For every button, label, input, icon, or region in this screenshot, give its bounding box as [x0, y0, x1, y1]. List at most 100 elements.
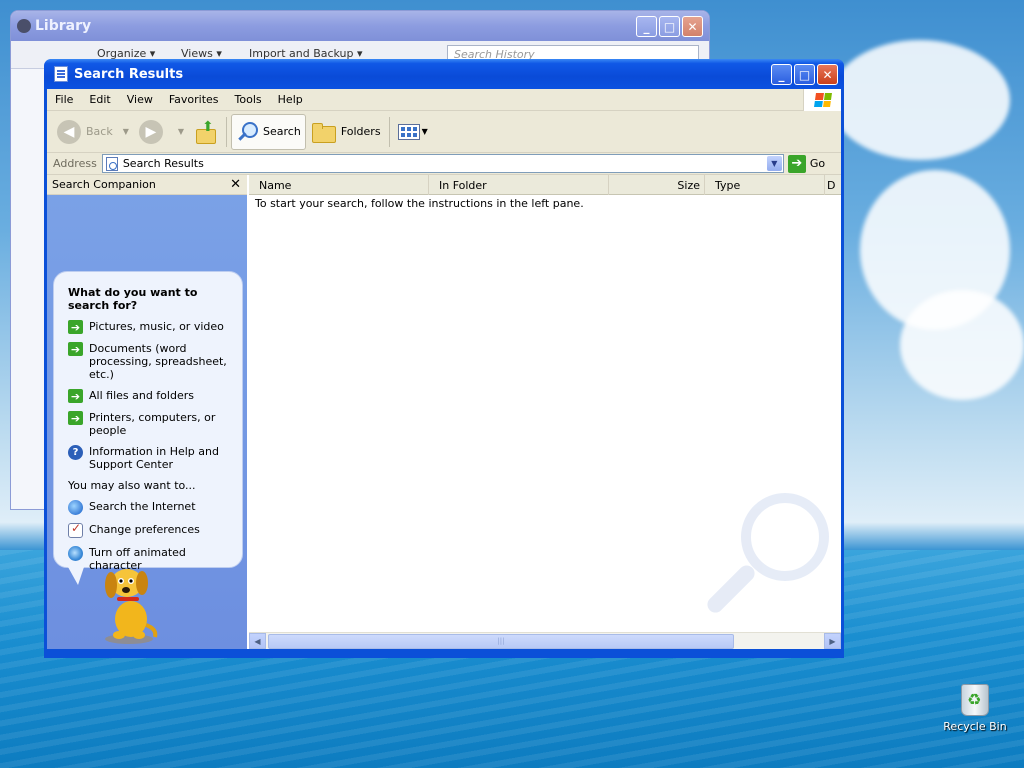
window-title: Search Results — [74, 66, 184, 82]
folders-label: Folders — [340, 125, 381, 138]
sky-cloud — [900, 290, 1024, 400]
folders-button[interactable]: Folders — [308, 114, 385, 150]
link-label: Search the Internet — [89, 500, 196, 513]
library-title: Library — [35, 18, 92, 34]
recycle-bin-desktop-icon[interactable]: Recycle Bin — [940, 684, 1010, 733]
scroll-thumb[interactable]: ||| — [268, 633, 734, 649]
option-printers-computers-people[interactable]: ➔ Printers, computers, or people — [68, 411, 232, 437]
menu-view[interactable]: View — [119, 93, 161, 106]
column-type[interactable]: Type — [705, 175, 825, 195]
green-arrow-icon: ➔ — [68, 411, 83, 425]
search-results-window[interactable]: Search Results _ □ ✕ File Edit View Favo… — [44, 59, 844, 658]
search-companion-header: Search Companion ✕ — [47, 175, 247, 195]
menu-favorites[interactable]: Favorites — [161, 93, 227, 106]
empty-results-message: To start your search, follow the instruc… — [255, 197, 584, 210]
views-dropdown-icon: ▼ — [421, 127, 428, 136]
option-help-support[interactable]: ? Information in Help and Support Center — [68, 445, 232, 471]
library-sidebar — [11, 69, 45, 509]
views-icon — [397, 123, 420, 140]
back-button[interactable]: ◀ Back — [53, 114, 117, 150]
address-dropdown-icon[interactable]: ▼ — [766, 156, 782, 171]
close-pane-icon[interactable]: ✕ — [230, 177, 241, 192]
column-date[interactable]: D — [825, 175, 841, 195]
maximize-icon[interactable]: □ — [659, 16, 680, 37]
toolbar-separator — [388, 116, 390, 147]
toolbar-separator — [226, 116, 228, 147]
views-button[interactable]: ▼ — [394, 114, 432, 150]
menu-tools[interactable]: Tools — [227, 93, 270, 106]
option-label: Printers, computers, or people — [89, 411, 216, 437]
address-bar: Address Search Results ▼ ➔ Go — [47, 153, 841, 175]
maximize-icon[interactable]: □ — [794, 64, 815, 85]
column-name[interactable]: Name — [249, 175, 429, 195]
link-label: Change preferences — [89, 523, 200, 536]
library-title-bar[interactable]: Library _ □ ✕ — [11, 11, 709, 41]
forward-dropdown-icon[interactable]: ▼ — [178, 127, 184, 136]
library-window-controls: _ □ ✕ — [636, 16, 703, 37]
search-results-app-icon — [54, 66, 68, 82]
window-controls: _ □ ✕ — [771, 64, 838, 85]
library-app-icon — [17, 19, 31, 33]
option-all-files-folders[interactable]: ➔ All files and folders — [68, 389, 232, 403]
address-input[interactable]: Search Results ▼ — [101, 154, 784, 173]
preferences-icon — [68, 522, 83, 538]
minimize-icon[interactable]: _ — [771, 64, 792, 85]
animated-character-icon — [68, 546, 83, 561]
column-size[interactable]: Size — [609, 175, 705, 195]
menu-edit[interactable]: Edit — [81, 93, 118, 106]
link-change-preferences[interactable]: Change preferences — [68, 522, 232, 538]
folders-icon — [311, 122, 336, 143]
option-label: Pictures, music, or video — [89, 320, 224, 333]
option-label: Documents (word processing, spreadsheet,… — [89, 342, 227, 381]
search-results-icon — [105, 156, 118, 171]
forward-button[interactable]: ▶ — [135, 114, 172, 150]
search-dog-character-icon[interactable] — [97, 559, 161, 645]
results-pane: Name In Folder Size Type D To start your… — [249, 175, 841, 649]
menu-bar: File Edit View Favorites Tools Help — [47, 89, 841, 111]
option-pictures-music-video[interactable]: ➔ Pictures, music, or video — [68, 320, 232, 334]
close-icon[interactable]: ✕ — [682, 16, 703, 37]
recycle-bin-label: Recycle Bin — [943, 720, 1007, 733]
column-in-folder[interactable]: In Folder — [429, 175, 609, 195]
go-label: Go — [809, 157, 826, 170]
back-dropdown-icon[interactable]: ▼ — [123, 127, 129, 136]
scroll-left-icon[interactable]: ◀ — [249, 633, 266, 649]
search-icon — [236, 121, 259, 143]
search-watermark-icon — [693, 485, 843, 635]
column-header: Name In Folder Size Type D — [249, 175, 841, 195]
scroll-right-icon[interactable]: ▶ — [824, 633, 841, 649]
search-button[interactable]: Search — [231, 113, 306, 150]
windows-logo-icon — [803, 89, 841, 111]
menu-file[interactable]: File — [47, 93, 81, 106]
back-label: Back — [86, 125, 113, 138]
sky-cloud — [830, 40, 1010, 160]
help-icon: ? — [68, 445, 83, 460]
up-folder-button[interactable] — [190, 114, 222, 150]
search-results-title-bar[interactable]: Search Results _ □ ✕ — [44, 59, 844, 89]
internet-search-icon — [68, 500, 83, 515]
recycle-bin-icon — [961, 684, 989, 716]
search-companion-title: Search Companion — [52, 178, 156, 191]
up-folder-icon — [194, 119, 218, 144]
link-search-internet[interactable]: Search the Internet — [68, 500, 232, 515]
green-arrow-icon: ➔ — [68, 389, 83, 403]
green-arrow-icon: ➔ — [68, 320, 83, 334]
window-content: Search Companion ✕ What do you want to s… — [47, 175, 841, 649]
minimize-icon[interactable]: _ — [636, 16, 657, 37]
forward-arrow-icon: ▶ — [138, 119, 163, 144]
menu-help[interactable]: Help — [270, 93, 311, 106]
close-icon[interactable]: ✕ — [817, 64, 838, 85]
search-label: Search — [263, 125, 301, 138]
address-value: Search Results — [122, 157, 204, 170]
search-prompt-bubble: What do you want to search for? ➔ Pictur… — [53, 271, 243, 585]
go-arrow-icon: ➔ — [787, 154, 806, 173]
search-question: What do you want to search for? — [68, 286, 198, 312]
option-documents[interactable]: ➔ Documents (word processing, spreadshee… — [68, 342, 232, 381]
standard-toolbar: ◀ Back ▼ ▶ ▼ Search Folders ▼ — [47, 111, 841, 153]
back-arrow-icon: ◀ — [57, 119, 81, 144]
horizontal-scrollbar[interactable]: ◀ ||| ▶ — [249, 632, 841, 649]
option-label: Information in Help and Support Center — [89, 445, 219, 471]
search-companion-pane: Search Companion ✕ What do you want to s… — [47, 175, 247, 649]
go-button[interactable]: ➔ Go — [787, 154, 826, 173]
address-label: Address — [53, 157, 97, 170]
